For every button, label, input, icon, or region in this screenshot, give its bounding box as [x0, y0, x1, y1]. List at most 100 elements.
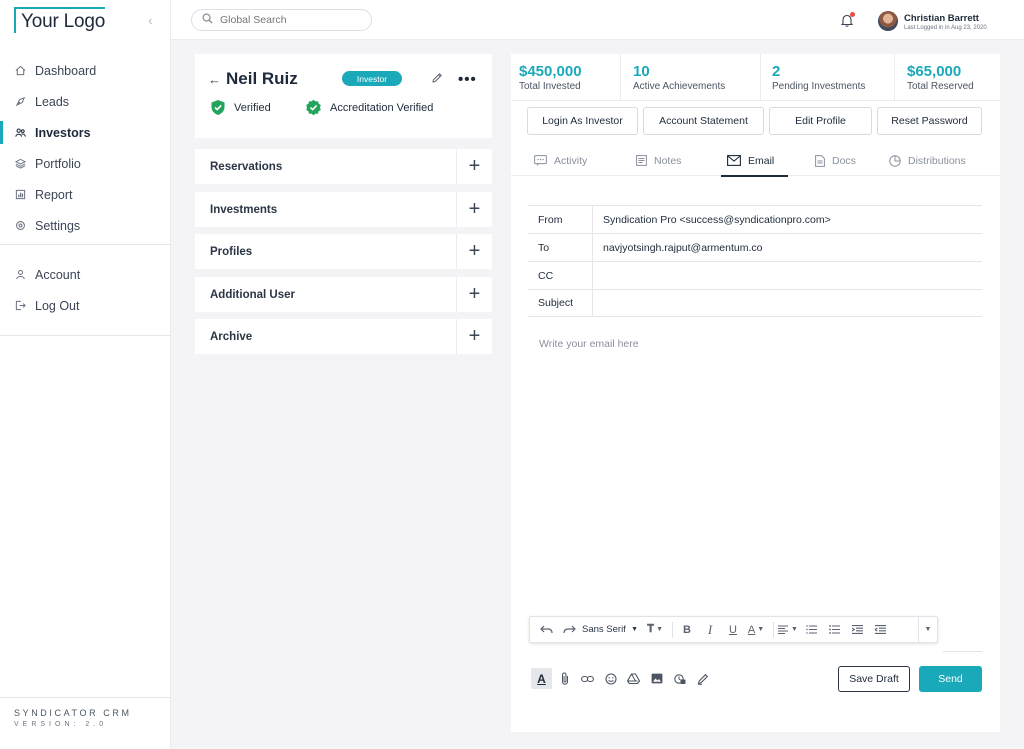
global-search[interactable]	[191, 9, 372, 31]
investor-profile-card: ← Neil Ruiz Investor ••• Verified Accred…	[195, 54, 492, 138]
tab-email[interactable]: Email	[720, 145, 789, 177]
sidebar: Your Logo ‹ Dashboard Leads Investors Po…	[0, 0, 171, 749]
stat-label: Total Reserved	[907, 81, 974, 92]
action-buttons: Login As Investor Account Statement Edit…	[527, 107, 987, 135]
avatar[interactable]	[878, 11, 898, 31]
align-icon[interactable]: ▼	[778, 620, 798, 640]
emoji-icon[interactable]	[600, 668, 621, 689]
accreditation-label: Accreditation Verified	[330, 101, 434, 114]
accordion-profiles[interactable]: Profiles +	[195, 234, 492, 269]
outdent-icon[interactable]	[870, 620, 890, 640]
detail-tabs: Activity Notes Email Docs Distributions	[511, 145, 1000, 177]
from-label: From	[528, 206, 593, 233]
tab-docs[interactable]: Docs	[815, 145, 856, 176]
login-as-investor-button[interactable]: Login As Investor	[527, 107, 638, 135]
more-formatting-icon[interactable]: ▼	[918, 617, 937, 642]
expand-plus-icon[interactable]: +	[456, 319, 492, 354]
notes-icon	[636, 155, 647, 166]
font-size-icon[interactable]: 𝐓 ▼	[645, 620, 665, 640]
sidebar-item-label: Account	[35, 267, 81, 282]
stat-label: Pending Investments	[772, 81, 866, 92]
undo-icon[interactable]	[536, 620, 556, 640]
account-icon	[14, 269, 26, 281]
accordion-additional-user[interactable]: Additional User +	[195, 277, 492, 312]
sidebar-item-settings[interactable]: Settings	[0, 210, 171, 241]
from-field[interactable]: Syndication Pro <success@syndicationpro.…	[593, 214, 982, 226]
investor-detail-panel: $450,000 Total Invested 10 Active Achiev…	[511, 54, 1000, 732]
tab-distributions[interactable]: Distributions	[889, 145, 966, 176]
underline-icon[interactable]: U	[723, 620, 743, 640]
badge-check-icon	[306, 99, 321, 116]
logo-text: Your Logo	[14, 7, 105, 33]
attach-file-icon[interactable]	[554, 668, 575, 689]
send-button[interactable]: Send	[919, 666, 982, 692]
tab-notes[interactable]: Notes	[636, 145, 681, 176]
sidebar-nav: Dashboard Leads Investors Portfolio Repo…	[0, 55, 171, 241]
expand-plus-icon[interactable]: +	[456, 277, 492, 312]
expand-plus-icon[interactable]: +	[456, 234, 492, 269]
report-icon	[14, 189, 26, 201]
sidebar-item-investors[interactable]: Investors	[0, 117, 171, 148]
more-options-icon[interactable]: •••	[458, 71, 477, 88]
italic-icon[interactable]: I	[700, 620, 720, 640]
signature-pen-icon[interactable]	[692, 668, 713, 689]
expand-plus-icon[interactable]: +	[456, 149, 492, 184]
back-arrow-icon[interactable]: ←	[208, 72, 221, 87]
sidebar-item-label: Portfolio	[35, 156, 81, 171]
expand-plus-icon[interactable]: +	[456, 192, 492, 227]
search-icon	[202, 11, 213, 29]
activity-icon	[534, 155, 547, 166]
sidebar-item-dashboard[interactable]: Dashboard	[0, 55, 171, 86]
collapse-sidebar-icon[interactable]: ‹	[148, 12, 153, 28]
accordion-archive[interactable]: Archive +	[195, 319, 492, 354]
search-input[interactable]	[220, 14, 360, 26]
investor-name: Neil Ruiz	[226, 69, 298, 88]
numbered-list-icon[interactable]	[801, 620, 821, 640]
edit-profile-button[interactable]: Edit Profile	[769, 107, 872, 135]
insert-link-icon[interactable]	[577, 668, 598, 689]
sidebar-item-label: Investors	[35, 125, 91, 140]
sidebar-account-nav: Account Log Out	[0, 259, 171, 321]
verified-label: Verified	[234, 101, 271, 114]
last-login: Last Logged in in Aug 23, 2020	[904, 25, 987, 31]
to-row: To navjyotsingh.rajput@armentum.co	[528, 233, 982, 261]
font-family-select[interactable]: Sans Serif ▼	[582, 620, 642, 640]
text-color-icon[interactable]: A ▼	[746, 620, 766, 640]
edit-pencil-icon[interactable]	[431, 71, 443, 89]
insert-photo-icon[interactable]	[646, 668, 667, 689]
bulleted-list-icon[interactable]	[824, 620, 844, 640]
indent-icon[interactable]	[847, 620, 867, 640]
tab-label: Email	[748, 154, 775, 167]
bold-icon[interactable]: B	[677, 620, 697, 640]
reset-password-button[interactable]: Reset Password	[877, 107, 982, 135]
role-badge: Investor	[342, 71, 402, 86]
subject-row: Subject	[528, 289, 982, 317]
tab-activity[interactable]: Activity	[534, 145, 587, 176]
from-row: From Syndication Pro <success@syndicatio…	[528, 205, 982, 233]
notifications-bell-icon[interactable]	[840, 12, 855, 32]
redo-icon[interactable]	[559, 620, 579, 640]
stat-label: Total Invested	[519, 81, 581, 92]
stats-divider	[511, 100, 1000, 101]
account-statement-button[interactable]: Account Statement	[643, 107, 764, 135]
accordion-investments[interactable]: Investments +	[195, 192, 492, 227]
save-draft-button[interactable]: Save Draft	[838, 666, 910, 692]
user-name[interactable]: Christian Barrett	[904, 13, 979, 24]
drive-icon[interactable]	[623, 668, 644, 689]
logo[interactable]: Your Logo	[14, 7, 105, 33]
sidebar-item-account[interactable]: Account	[0, 259, 171, 290]
sidebar-item-logout[interactable]: Log Out	[0, 290, 171, 321]
sidebar-item-portfolio[interactable]: Portfolio	[0, 148, 171, 179]
to-label: To	[528, 234, 593, 261]
stat-total-invested: $450,000 Total Invested	[511, 54, 621, 100]
email-compose-form: From Syndication Pro <success@syndicatio…	[528, 205, 982, 317]
confidential-mode-icon[interactable]	[669, 668, 690, 689]
sidebar-item-leads[interactable]: Leads	[0, 86, 171, 117]
accordion-reservations[interactable]: Reservations +	[195, 149, 492, 184]
email-body-input[interactable]: Write your email here	[539, 338, 639, 350]
to-field[interactable]: navjyotsingh.rajput@armentum.co	[593, 242, 982, 254]
sidebar-item-report[interactable]: Report	[0, 179, 171, 210]
accordion-label: Reservations	[210, 160, 283, 173]
distributions-icon	[889, 154, 901, 167]
formatting-options-icon[interactable]: A	[531, 668, 552, 689]
